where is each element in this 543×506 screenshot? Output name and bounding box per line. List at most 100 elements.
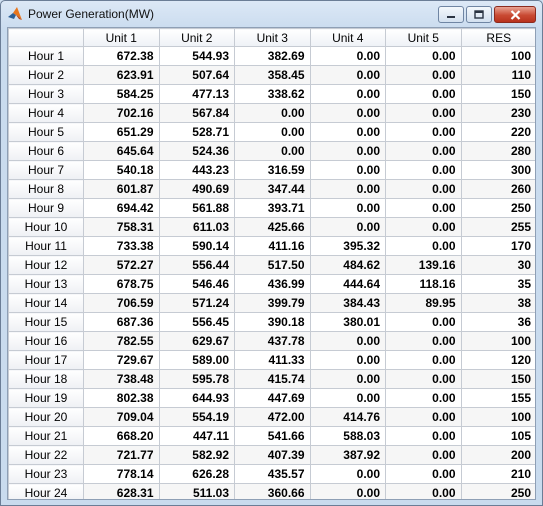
table-cell[interactable]: 668.20	[83, 426, 160, 446]
table-cell[interactable]: 200	[460, 445, 535, 465]
table-cell[interactable]: 300	[460, 160, 535, 180]
column-header[interactable]: Unit 4	[309, 28, 386, 47]
table-cell[interactable]: 778.14	[83, 464, 160, 484]
table-cell[interactable]: 546.46	[158, 274, 235, 294]
table-cell[interactable]: 0.00	[309, 331, 386, 351]
table-cell[interactable]: 0.00	[309, 141, 386, 161]
table-cell[interactable]: 411.16	[234, 236, 311, 256]
table-cell[interactable]: 0.00	[309, 217, 386, 237]
table-cell[interactable]: 399.79	[234, 293, 311, 313]
column-header[interactable]: Unit 2	[158, 28, 235, 47]
row-header[interactable]: Hour 21	[8, 426, 84, 446]
row-header[interactable]: Hour 15	[8, 312, 84, 332]
row-header[interactable]: Hour 12	[8, 255, 84, 275]
column-header[interactable]: Unit 5	[385, 28, 462, 47]
table-cell[interactable]: 477.13	[158, 84, 235, 104]
table-cell[interactable]: 626.28	[158, 464, 235, 484]
table-cell[interactable]: 105	[460, 426, 535, 446]
table-cell[interactable]: 436.99	[234, 274, 311, 294]
table-cell[interactable]: 556.44	[158, 255, 235, 275]
table-cell[interactable]: 100	[460, 331, 535, 351]
table-cell[interactable]: 0.00	[385, 331, 462, 351]
row-header[interactable]: Hour 2	[8, 65, 84, 85]
table-cell[interactable]: 100	[460, 46, 535, 66]
row-header[interactable]: Hour 1	[8, 46, 84, 66]
table-cell[interactable]: 118.16	[385, 274, 462, 294]
table-cell[interactable]: 644.93	[158, 388, 235, 408]
table-cell[interactable]: 0.00	[309, 179, 386, 199]
table-cell[interactable]: 651.29	[83, 122, 160, 142]
table-cell[interactable]: 0.00	[385, 445, 462, 465]
table-cell[interactable]: 35	[460, 274, 535, 294]
table-cell[interactable]: 0.00	[385, 236, 462, 256]
table-cell[interactable]: 554.19	[158, 407, 235, 427]
table-cell[interactable]: 250	[460, 198, 535, 218]
table-cell[interactable]: 588.03	[309, 426, 386, 446]
close-button[interactable]	[494, 6, 536, 23]
table-cell[interactable]: 411.33	[234, 350, 311, 370]
table-cell[interactable]: 316.59	[234, 160, 311, 180]
table-cell[interactable]: 110	[460, 65, 535, 85]
table-cell[interactable]: 601.87	[83, 179, 160, 199]
table-cell[interactable]: 89.95	[385, 293, 462, 313]
row-header[interactable]: Hour 14	[8, 293, 84, 313]
table-cell[interactable]: 645.64	[83, 141, 160, 161]
table-cell[interactable]: 387.92	[309, 445, 386, 465]
table-cell[interactable]: 120	[460, 350, 535, 370]
table-cell[interactable]: 0.00	[309, 198, 386, 218]
table-cell[interactable]: 30	[460, 255, 535, 275]
table-cell[interactable]: 706.59	[83, 293, 160, 313]
row-header[interactable]: Hour 20	[8, 407, 84, 427]
row-header[interactable]: Hour 10	[8, 217, 84, 237]
table-cell[interactable]: 0.00	[309, 122, 386, 142]
table-cell[interactable]: 571.24	[158, 293, 235, 313]
table-cell[interactable]: 721.77	[83, 445, 160, 465]
table-cell[interactable]: 582.92	[158, 445, 235, 465]
table-cell[interactable]: 702.16	[83, 103, 160, 123]
row-header[interactable]: Hour 3	[8, 84, 84, 104]
table-cell[interactable]: 490.69	[158, 179, 235, 199]
table-cell[interactable]: 0.00	[309, 160, 386, 180]
table-cell[interactable]: 230	[460, 103, 535, 123]
table-cell[interactable]: 623.91	[83, 65, 160, 85]
table-cell[interactable]: 672.38	[83, 46, 160, 66]
table-cell[interactable]: 0.00	[234, 122, 311, 142]
table-cell[interactable]: 255	[460, 217, 535, 237]
table-cell[interactable]: 447.69	[234, 388, 311, 408]
table-cell[interactable]: 150	[460, 369, 535, 389]
table-cell[interactable]: 220	[460, 122, 535, 142]
table-cell[interactable]: 507.64	[158, 65, 235, 85]
table-cell[interactable]: 0.00	[385, 179, 462, 199]
table-cell[interactable]: 589.00	[158, 350, 235, 370]
table-cell[interactable]: 572.27	[83, 255, 160, 275]
table-cell[interactable]: 694.42	[83, 198, 160, 218]
table-cell[interactable]: 0.00	[385, 369, 462, 389]
row-header[interactable]: Hour 19	[8, 388, 84, 408]
table-cell[interactable]: 360.66	[234, 483, 311, 499]
table-cell[interactable]: 738.48	[83, 369, 160, 389]
minimize-button[interactable]	[438, 6, 464, 23]
table-cell[interactable]: 150	[460, 84, 535, 104]
table-cell[interactable]: 435.57	[234, 464, 311, 484]
table-cell[interactable]: 0.00	[385, 65, 462, 85]
table-cell[interactable]: 170	[460, 236, 535, 256]
row-header[interactable]: Hour 22	[8, 445, 84, 465]
table-cell[interactable]: 407.39	[234, 445, 311, 465]
table-cell[interactable]: 528.71	[158, 122, 235, 142]
table-cell[interactable]: 0.00	[385, 217, 462, 237]
table-cell[interactable]: 139.16	[385, 255, 462, 275]
table-cell[interactable]: 584.25	[83, 84, 160, 104]
table-cell[interactable]: 540.18	[83, 160, 160, 180]
table-cell[interactable]: 0.00	[385, 84, 462, 104]
row-header[interactable]: Hour 6	[8, 141, 84, 161]
table-cell[interactable]: 0.00	[385, 312, 462, 332]
table-cell[interactable]: 280	[460, 141, 535, 161]
table-cell[interactable]: 541.66	[234, 426, 311, 446]
table-cell[interactable]: 484.62	[309, 255, 386, 275]
table-cell[interactable]: 443.23	[158, 160, 235, 180]
table-cell[interactable]: 0.00	[385, 46, 462, 66]
table-cell[interactable]: 556.45	[158, 312, 235, 332]
table-cell[interactable]: 338.62	[234, 84, 311, 104]
table-cell[interactable]: 358.45	[234, 65, 311, 85]
table-cell[interactable]: 709.04	[83, 407, 160, 427]
